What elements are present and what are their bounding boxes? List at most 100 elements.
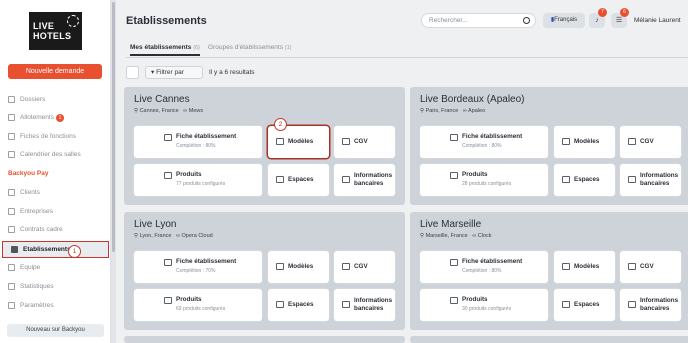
tile-subtext: 28 produits configurés [462, 181, 512, 187]
tile-label-line2: bancaires [354, 180, 384, 187]
search-input[interactable]: Rechercher... [421, 13, 536, 28]
tab-label: Mes établissements [130, 44, 192, 51]
cgv-tile[interactable]: CGV [620, 126, 681, 158]
sidebar-item-dossiers[interactable]: Dossiers [0, 93, 111, 106]
bed-icon [450, 297, 458, 304]
new-on-backyou-button[interactable]: Nouveau sur Backyou [7, 324, 104, 337]
fiche-etablissement-tile[interactable]: Fiche établissement Complétion : 80% [134, 126, 262, 158]
produits-tile[interactable]: Produits 77 produits configurés [134, 164, 262, 196]
notifications-button[interactable]: ♪ 7 [589, 8, 607, 28]
results-count: Il y a 6 resultats [209, 69, 255, 76]
tile-label-line2: bancaires [640, 305, 670, 312]
chart-icon [8, 283, 15, 290]
step-1-marker: 1 [68, 245, 81, 258]
step-2-marker: 2 [274, 118, 287, 131]
cgv-tile[interactable]: CGV [620, 251, 681, 283]
template-icon [562, 138, 570, 145]
filter-dropdown[interactable]: ▾ Filtrer par [145, 66, 203, 79]
export-icon[interactable] [126, 66, 139, 79]
informations-bancaires-tile[interactable]: Informations bancaires [620, 164, 681, 196]
tile-label: Fiche établissement [462, 133, 523, 140]
establishment-meta: ⚲ Lyon, France ∞ Opera Cloud [134, 233, 213, 239]
sidebar-item-contrats-cadre[interactable]: Contrats cadre [0, 223, 111, 236]
tile-label: Informations [354, 297, 393, 304]
tile-label: CGV [354, 138, 368, 145]
produits-tile[interactable]: Produits 30 produits configurés [420, 289, 548, 321]
modeles-tile[interactable]: Modèles [554, 251, 615, 283]
template-icon [276, 138, 284, 145]
room-icon [562, 301, 570, 308]
hotel-icon [164, 134, 172, 141]
fiche-etablissement-tile[interactable]: Fiche établissement Complétion : 80% [420, 251, 548, 283]
tile-label: Modèles [574, 138, 600, 145]
sidebar-item-label: Statistiques [20, 283, 54, 290]
bed-icon [8, 114, 15, 121]
establishment-card: Live Marseille ⚲ Marseille, France ∞ Cloc… [410, 212, 688, 330]
sidebar-item-fiches-de-fonctions[interactable]: Fiches de fonctions [0, 130, 111, 143]
espaces-tile[interactable]: Espaces [268, 289, 329, 321]
tile-label: CGV [640, 263, 654, 270]
modeles-tile[interactable]: Modèles [268, 126, 329, 158]
sidebar-item-equipe[interactable]: Equipe [0, 261, 111, 274]
sidebar-item-allotements[interactable]: Allotements 1 [0, 111, 111, 124]
calendar-icon [8, 151, 15, 158]
tile-label: Modèles [288, 263, 314, 270]
user-menu[interactable]: Mélanie Laurent [634, 14, 681, 28]
user-name: Mélanie Laurent [634, 17, 681, 24]
establishment-meta: ⚲ Paris, France ∞ Apaleo [420, 108, 485, 114]
live-hotels-logo[interactable]: LIVE HOTELS [29, 12, 82, 50]
sidebar-item-entreprises[interactable]: Entreprises [0, 205, 111, 218]
sidebar-item-statistiques[interactable]: Statistiques [0, 280, 111, 293]
tile-label: Espaces [574, 301, 600, 308]
contract-icon [342, 263, 350, 270]
bed-icon [450, 172, 458, 179]
fiche-etablissement-tile[interactable]: Fiche établissement Complétion : 70% [134, 251, 262, 283]
modeles-tile[interactable]: Modèles [554, 126, 615, 158]
establishment-pms: Apaleo [468, 108, 486, 114]
espaces-tile[interactable]: Espaces [268, 164, 329, 196]
espaces-tile[interactable]: Espaces [554, 164, 615, 196]
language-selector[interactable]: ▮Français [543, 13, 585, 28]
hotel-icon [450, 259, 458, 266]
bed-icon [164, 297, 172, 304]
allotements-badge: 1 [55, 113, 64, 122]
tile-label-line2: bancaires [640, 180, 670, 187]
new-request-button[interactable]: Nouvelle demande [8, 64, 102, 79]
room-icon [562, 176, 570, 183]
gear-icon [8, 302, 15, 309]
informations-bancaires-tile[interactable]: Informations bancaires [620, 289, 681, 321]
scrollbar-thumb[interactable] [112, 2, 115, 252]
establishment-pms: Mews [188, 108, 204, 114]
tile-label: CGV [640, 138, 654, 145]
sidebar-item-backyou-pay[interactable]: Backyou Pay [0, 167, 111, 180]
modeles-tile[interactable]: Modèles [268, 251, 329, 283]
sidebar-item-etablissements[interactable]: Etablissements [2, 241, 109, 258]
tile-subtext: 69 produits configurés [176, 306, 226, 312]
tab-groupes[interactable]: Groupes d'établissements (1) [208, 44, 292, 51]
informations-bancaires-tile[interactable]: Informations bancaires [334, 164, 395, 196]
document-icon [8, 133, 15, 140]
produits-tile[interactable]: Produits 28 produits configurés [420, 164, 548, 196]
filter-label: Filtrer par [156, 69, 184, 76]
tile-label: Modèles [288, 138, 314, 145]
hotel-icon [450, 134, 458, 141]
list-icon: ☰ [615, 17, 623, 24]
establishment-card: Live Lyon ⚲ Lyon, France ∞ Opera Cloud Fic… [124, 212, 405, 330]
tile-label: Produits [462, 171, 488, 178]
establishment-meta: ⚲ Cannes, France ∞ Mews [134, 108, 203, 114]
tasks-button[interactable]: ☰ 6 [611, 8, 629, 28]
produits-tile[interactable]: Produits 69 produits configurés [134, 289, 262, 321]
sidebar-item-parametres[interactable]: Paramètres [0, 299, 111, 312]
informations-bancaires-tile[interactable]: Informations bancaires [334, 289, 395, 321]
sidebar-item-calendrier[interactable]: Calendrier des salles [0, 148, 111, 161]
establishment-location: Lyon, France [139, 233, 172, 239]
cgv-tile[interactable]: CGV [334, 126, 395, 158]
tile-label: Produits [176, 171, 202, 178]
sidebar-item-label: Equipe [20, 264, 41, 271]
cgv-tile[interactable]: CGV [334, 251, 395, 283]
espaces-tile[interactable]: Espaces [554, 289, 615, 321]
fiche-etablissement-tile[interactable]: Fiche établissement Complétion : 80% [420, 126, 548, 158]
room-icon [276, 176, 284, 183]
sidebar-item-clients[interactable]: Clients [0, 186, 111, 199]
tab-mes-etablissements[interactable]: Mes établissements (6) [130, 44, 200, 56]
